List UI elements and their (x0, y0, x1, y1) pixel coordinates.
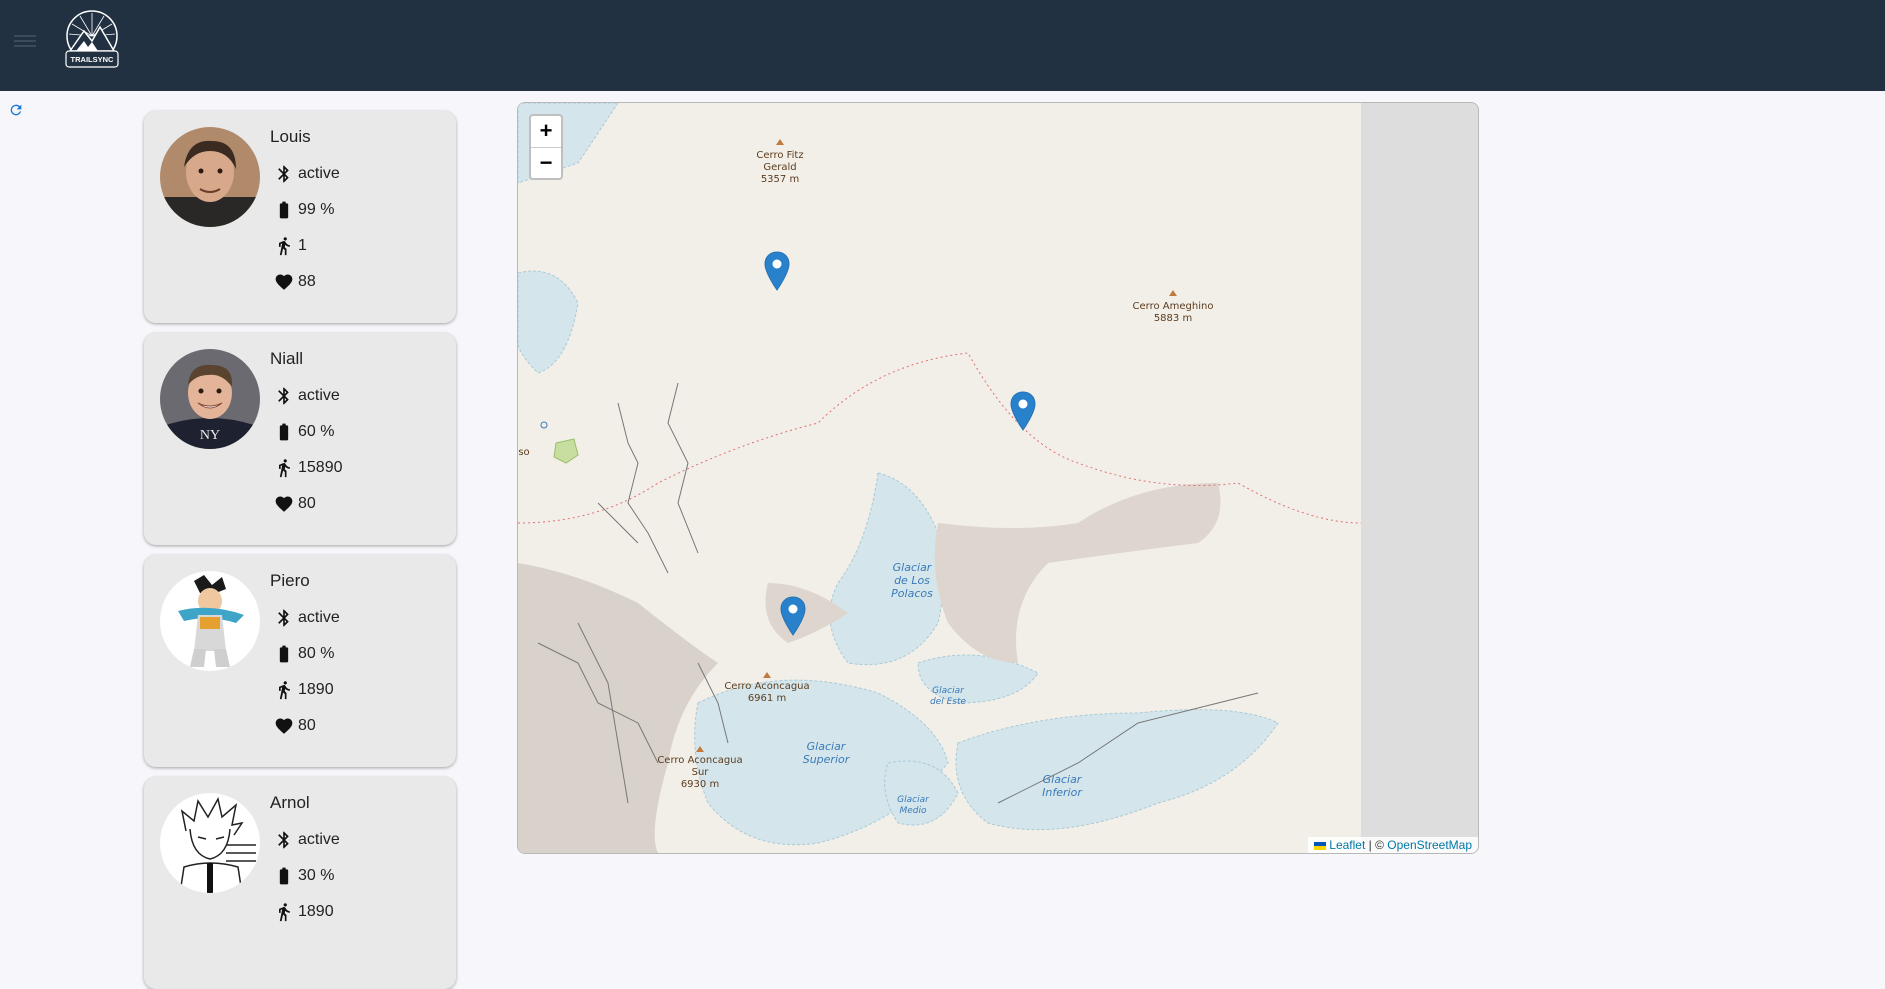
battery-text: 60 % (298, 423, 335, 440)
avatar: NY (160, 349, 260, 449)
status-text: active (298, 831, 340, 848)
avatar (160, 571, 260, 671)
map-label-este: Glaciar (932, 686, 965, 696)
trailsync-logo[interactable]: TRAILSYNC (62, 9, 122, 73)
map-label-aconcagua: Cerro Aconcagua (724, 681, 809, 692)
openstreetmap-link[interactable]: OpenStreetMap (1387, 838, 1472, 852)
map-label-ameghino: 5883 m (1154, 313, 1192, 324)
map-marker[interactable] (764, 251, 790, 291)
battery-text: 30 % (298, 867, 335, 884)
map-label-inferior: Glaciar (1043, 773, 1083, 786)
map-label-este: del Este (930, 697, 967, 707)
bluetooth-icon (278, 387, 289, 405)
status-text: active (298, 609, 340, 626)
map-label-aconcagua-sur: 6930 m (681, 779, 719, 790)
user-card[interactable]: Piero active 80 % 1890 80 (144, 555, 456, 767)
zoom-control: + − (529, 114, 563, 180)
refresh-icon[interactable] (8, 102, 24, 118)
user-card[interactable]: Louis active 99 % 1 88 (144, 111, 456, 323)
steps-text: 1 (298, 237, 307, 254)
heart-text: 80 (298, 495, 316, 512)
status-text: active (298, 165, 340, 182)
walking-icon (279, 681, 290, 700)
user-card[interactable]: NY Niall active 60 % 15890 80 (144, 333, 456, 545)
battery-icon (279, 423, 289, 441)
map-label-fitz: Gerald (763, 162, 796, 173)
zoom-in-button[interactable]: + (531, 116, 561, 148)
map-label-medio: Glaciar (897, 795, 930, 805)
map-label-aconcagua-sur: Sur (692, 767, 710, 778)
map-label-fitz: Cerro Fitz (756, 150, 803, 161)
user-name: Louis (270, 127, 311, 146)
map-label-ameghino: Cerro Ameghino (1133, 301, 1214, 312)
steps-text: 1890 (298, 903, 334, 920)
avatar (160, 127, 260, 227)
user-name: Arnol (270, 793, 310, 812)
map-label-aconcagua: 6961 m (748, 693, 786, 704)
map-label-edge: so (518, 447, 529, 458)
status-text: active (298, 387, 340, 404)
map-marker[interactable] (1010, 391, 1036, 431)
attribution-separator: | © (1365, 838, 1388, 852)
map-marker[interactable] (780, 596, 806, 636)
bluetooth-icon (278, 165, 289, 183)
heart-icon (275, 274, 293, 290)
map-label-polacos: Glaciar (893, 561, 933, 574)
map-container[interactable]: Cerro Fitz Gerald 5357 m Cerro Ameghino … (517, 102, 1479, 854)
leaflet-link[interactable]: Leaflet (1329, 838, 1365, 852)
battery-icon (279, 201, 289, 219)
menu-icon[interactable] (14, 32, 36, 50)
bluetooth-icon (278, 831, 289, 849)
app-header: TRAILSYNC (0, 0, 1885, 91)
steps-text: 15890 (298, 459, 343, 476)
avatar (160, 793, 260, 893)
ukraine-flag-icon (1314, 841, 1327, 850)
map-label-fitz: 5357 m (761, 174, 799, 185)
map-label-superior: Glaciar (807, 740, 847, 753)
user-name: Niall (270, 349, 304, 368)
walking-icon (279, 459, 290, 478)
bluetooth-icon (278, 609, 289, 627)
heart-text: 80 (298, 717, 316, 734)
heart-text: 88 (298, 273, 316, 290)
map-tiles[interactable]: Cerro Fitz Gerald 5357 m Cerro Ameghino … (518, 103, 1478, 853)
battery-icon (279, 867, 289, 885)
map-label-medio: Medio (899, 806, 927, 816)
svg-text:NY: NY (200, 428, 220, 443)
map-attribution: Leaflet | © OpenStreetMap (1308, 837, 1478, 853)
heart-icon (275, 496, 293, 512)
user-card[interactable]: Arnol active 30 % 1890 (144, 777, 456, 989)
map-label-polacos: de Los (894, 574, 930, 587)
battery-text: 80 % (298, 645, 335, 662)
heart-icon (275, 718, 293, 734)
zoom-out-button[interactable]: − (531, 148, 561, 179)
logo-text: TRAILSYNC (71, 55, 115, 64)
map-label-superior: Superior (803, 753, 851, 766)
walking-icon (279, 237, 290, 256)
map-label-polacos: Polacos (891, 587, 933, 600)
steps-text: 1890 (298, 681, 334, 698)
user-name: Piero (270, 571, 310, 590)
battery-text: 99 % (298, 201, 335, 218)
walking-icon (279, 903, 290, 922)
battery-icon (279, 645, 289, 663)
map-label-aconcagua-sur: Cerro Aconcagua (657, 755, 742, 766)
map-label-inferior: Inferior (1042, 786, 1083, 799)
